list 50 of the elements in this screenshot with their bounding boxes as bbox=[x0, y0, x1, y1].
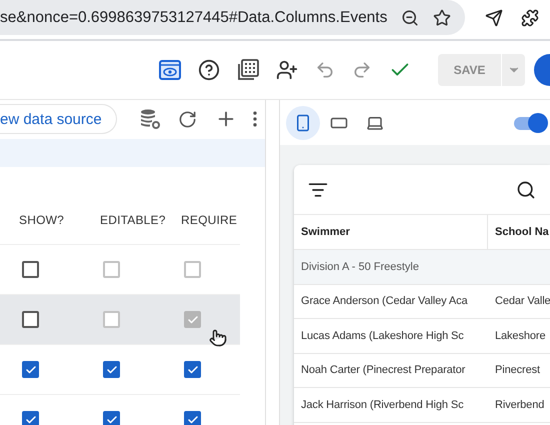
check-mark-icon bbox=[24, 414, 36, 425]
refresh-icon[interactable] bbox=[178, 110, 198, 129]
check-mark-icon bbox=[106, 414, 118, 425]
new-data-source-button[interactable]: ew data source bbox=[0, 104, 117, 134]
device-button[interactable] bbox=[286, 106, 320, 140]
checkbox[interactable] bbox=[22, 311, 39, 328]
address-bar[interactable]: se&nonce=0.6998639753127445#Data.Columns.Events bbox=[0, 0, 465, 35]
table-cell-text: Pinecrest bbox=[494, 364, 541, 376]
group-header: Division A - 50 Freestyle bbox=[300, 260, 420, 273]
database-settings-icon[interactable] bbox=[138, 108, 161, 130]
toggle-switch[interactable] bbox=[512, 112, 548, 134]
add-person-icon[interactable] bbox=[276, 59, 298, 81]
url-text: se&nonce=0.6998639753127445#Data.Columns.Events bbox=[0, 8, 387, 26]
checkbox[interactable] bbox=[22, 261, 39, 278]
column-header[interactable]: Swimmer bbox=[294, 215, 488, 249]
redo-icon[interactable] bbox=[352, 60, 372, 80]
table-cell-text: Lucas Adams (Lakeshore High Sc bbox=[300, 330, 465, 342]
table-cell-text: Lakeshore bbox=[494, 330, 546, 342]
table-cell-text: Cedar Valle bbox=[494, 295, 550, 308]
puzzle-icon[interactable] bbox=[521, 8, 539, 26]
checkbox[interactable] bbox=[22, 361, 39, 378]
undo-icon[interactable] bbox=[315, 60, 335, 80]
avatar[interactable] bbox=[534, 54, 550, 86]
eye-icon[interactable] bbox=[159, 59, 181, 81]
checkbox[interactable] bbox=[184, 411, 201, 425]
column-header: EDITABLE? bbox=[100, 212, 167, 227]
column-header: REQUIRE bbox=[181, 212, 238, 227]
table-cell-text: Grace Anderson (Cedar Valley Aca bbox=[300, 295, 469, 308]
bookmark-star-icon[interactable] bbox=[433, 8, 451, 26]
check-mark-icon bbox=[186, 314, 198, 326]
check-mark-icon bbox=[24, 364, 36, 376]
checkbox[interactable] bbox=[103, 361, 120, 378]
checkbox[interactable] bbox=[103, 411, 120, 425]
hand-cursor-icon bbox=[209, 329, 227, 348]
paper-plane-icon[interactable] bbox=[485, 8, 503, 26]
grid-stack-icon[interactable] bbox=[237, 59, 259, 81]
column-header: SHOW? bbox=[19, 212, 66, 227]
zoom-out-icon[interactable] bbox=[401, 8, 419, 26]
table-cell-text: Riverbend bbox=[494, 398, 546, 411]
table-cell-text: Noah Carter (Pinecrest Preparator bbox=[300, 364, 466, 376]
column-header[interactable]: School Na bbox=[488, 215, 550, 249]
table-cell-text: Jack Harrison (Riverbend High Sc bbox=[300, 398, 464, 411]
checkbox[interactable] bbox=[184, 361, 201, 378]
check-mark-icon bbox=[186, 414, 198, 425]
check-mark-icon bbox=[186, 364, 198, 376]
check-mark-icon bbox=[106, 364, 118, 376]
checkbox[interactable] bbox=[22, 411, 39, 425]
phone-icon bbox=[294, 114, 312, 132]
search-icon[interactable] bbox=[516, 180, 536, 200]
help-icon[interactable] bbox=[198, 59, 220, 81]
